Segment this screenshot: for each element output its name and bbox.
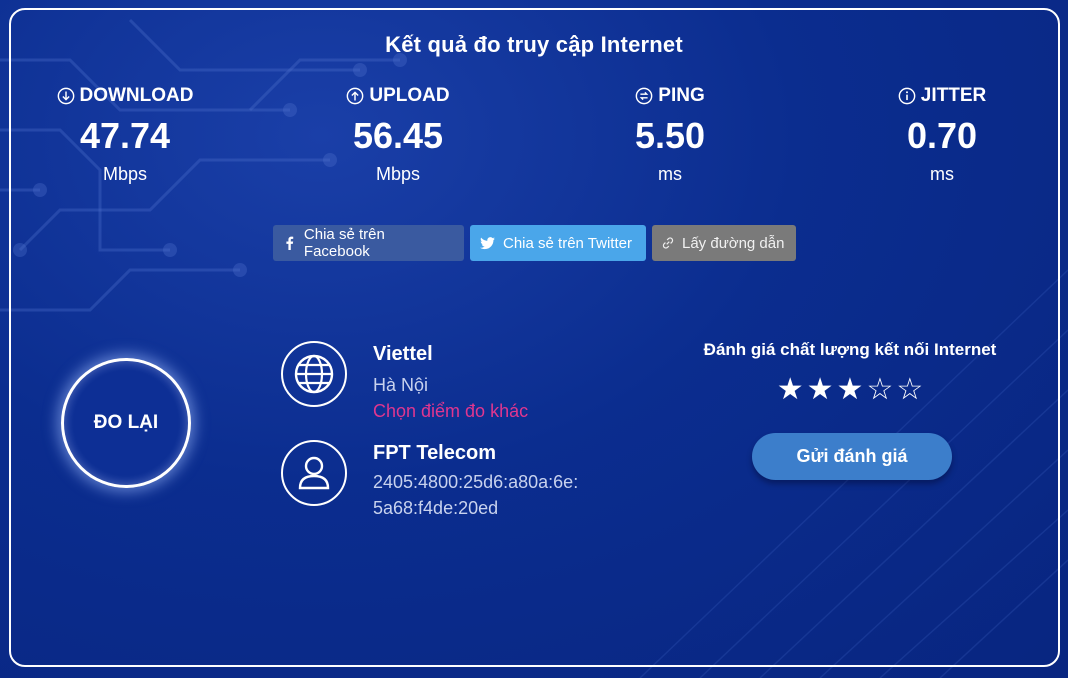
share-twitter-button[interactable]: Chia sẻ trên Twitter bbox=[470, 225, 646, 261]
server-name: Viettel bbox=[373, 343, 433, 365]
share-facebook-label: Chia sẻ trên Facebook bbox=[303, 226, 385, 260]
star-filled-icon[interactable]: ★ bbox=[777, 374, 804, 406]
star-filled-icon[interactable]: ★ bbox=[837, 374, 864, 406]
client-info: FPT Telecom 2405:4800:25d6:a80a:6e: 5a68… bbox=[281, 440, 578, 521]
share-facebook-button[interactable]: Chia sẻ trên Facebook bbox=[273, 225, 464, 261]
star-rating[interactable]: ★ ★ ★ ☆ ☆ bbox=[680, 374, 1020, 406]
ip-address-line1: 2405:4800:25d6:a80a:6e: bbox=[373, 472, 579, 492]
upload-metric: UPLOAD 56.45 Mbps bbox=[288, 84, 508, 185]
metric-label: DOWNLOAD bbox=[79, 85, 194, 106]
link-icon bbox=[662, 237, 674, 249]
star-empty-icon[interactable]: ☆ bbox=[866, 374, 893, 406]
metric-value: 5.50 bbox=[634, 115, 706, 156]
metric-unit: Mbps bbox=[102, 164, 147, 184]
get-link-button[interactable]: Lấy đường dẫn bbox=[652, 225, 796, 261]
metric-label: JITTER bbox=[920, 85, 987, 106]
user-icon bbox=[298, 456, 330, 490]
metric-value: 56.45 bbox=[352, 115, 444, 156]
upload-arrow-icon bbox=[347, 87, 364, 105]
change-server-link[interactable]: Chọn điểm đo khác bbox=[373, 398, 528, 424]
star-empty-icon[interactable]: ☆ bbox=[896, 374, 923, 406]
ping-metric: PING 5.50 ms bbox=[560, 84, 780, 185]
share-twitter-label: Chia sẻ trên Twitter bbox=[503, 234, 632, 252]
info-icon bbox=[898, 87, 916, 105]
retest-button[interactable]: ĐO LẠI bbox=[61, 358, 191, 488]
server-location: Hà Nội bbox=[373, 375, 429, 395]
metric-label: PING bbox=[658, 85, 705, 106]
ip-address-line2: 5a68:f4de:20ed bbox=[373, 498, 499, 518]
metric-unit: ms bbox=[658, 164, 682, 184]
rating-section: Đánh giá chất lượng kết nối Internet ★ ★ ★… bbox=[680, 340, 1020, 406]
metric-value: 0.70 bbox=[906, 115, 978, 156]
metric-unit: Mbps bbox=[375, 164, 420, 184]
share-buttons: Chia sẻ trên Facebook Chia sẻ trên Twitt… bbox=[273, 225, 796, 261]
metric-unit: ms bbox=[930, 164, 954, 184]
twitter-icon bbox=[480, 236, 495, 249]
ping-icon bbox=[635, 87, 653, 105]
isp-name: FPT Telecom bbox=[373, 442, 496, 464]
get-link-label: Lấy đường dẫn bbox=[682, 234, 785, 252]
facebook-icon bbox=[286, 236, 294, 250]
test-server: Viettel Hà Nội Chọn điểm đo khác bbox=[281, 341, 528, 424]
page-title: Kết quả đo truy cập Internet bbox=[385, 32, 683, 57]
rating-title: Đánh giá chất lượng kết nối Internet bbox=[703, 340, 997, 359]
results-screen: Kết quả đo truy cập Internet DOWNLOAD 47… bbox=[0, 0, 1068, 678]
jitter-metric: JITTER 0.70 ms bbox=[832, 84, 1052, 185]
metric-value: 47.74 bbox=[79, 115, 171, 156]
globe-icon bbox=[294, 354, 334, 394]
star-filled-icon[interactable]: ★ bbox=[807, 374, 834, 406]
download-metric: DOWNLOAD 47.74 Mbps bbox=[15, 84, 235, 185]
metric-label: UPLOAD bbox=[369, 85, 450, 106]
download-arrow-icon bbox=[57, 87, 74, 105]
submit-rating-button[interactable]: Gửi đánh giá bbox=[752, 433, 952, 480]
